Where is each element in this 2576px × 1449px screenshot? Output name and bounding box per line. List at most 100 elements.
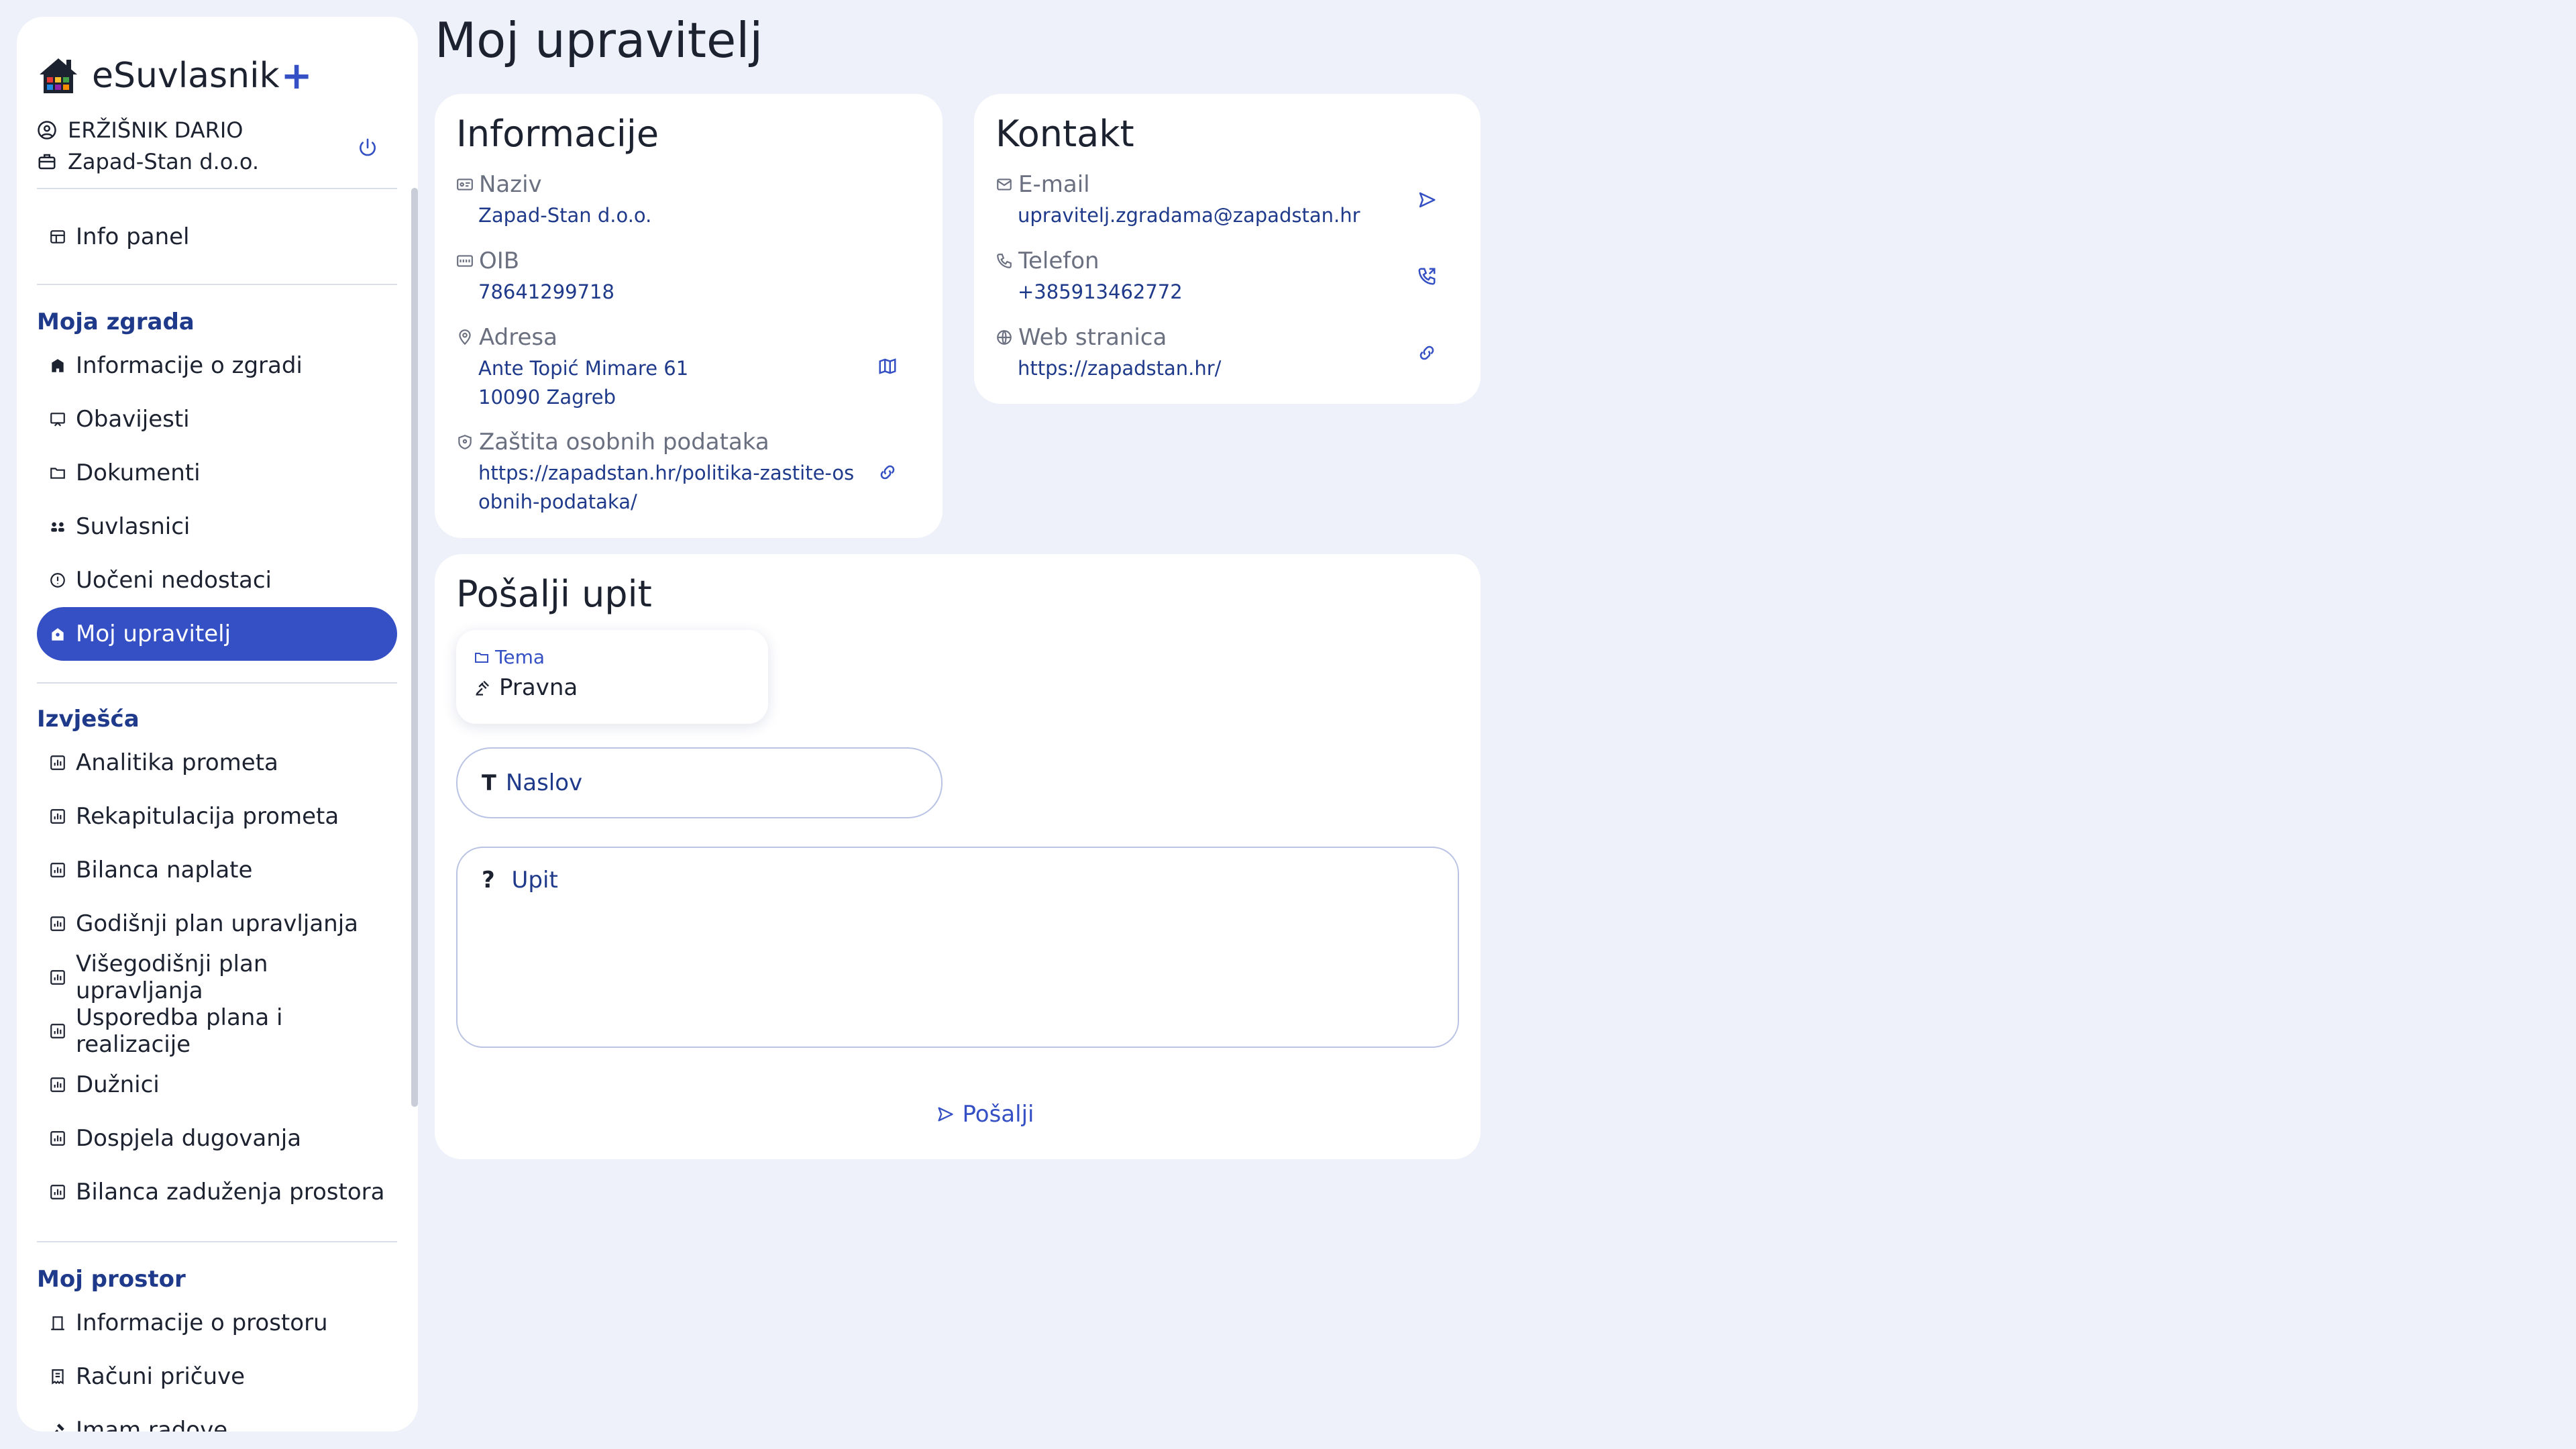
nav-item-dokumenti[interactable]: Dokumenti <box>37 446 397 500</box>
report-icon <box>50 863 65 877</box>
question-icon: ? <box>482 867 495 894</box>
nav-item-label: Obavijesti <box>76 406 190 433</box>
divider <box>37 188 397 189</box>
naziv-label: Naziv <box>456 171 542 198</box>
nav-item-usporedba-plana[interactable]: Usporedba plana i realizacije <box>37 1004 397 1058</box>
naslov-placeholder: Naslov <box>505 769 583 796</box>
phone-label: Telefon <box>996 248 1099 274</box>
upit-placeholder: Upit <box>511 867 558 894</box>
adresa-line1: Ante Topić Mimare 61 <box>478 357 689 380</box>
manager-icon <box>52 628 64 641</box>
nav-item-label: Bilanca naplate <box>76 857 253 883</box>
user-company-row: Zapad-Stan d.o.o. <box>37 149 259 174</box>
nav-item-analitika-prometa[interactable]: Analitika prometa <box>37 736 397 790</box>
send-button[interactable]: Pošalji <box>904 1091 1065 1138</box>
nav-item-bilanca-zaduzenja[interactable]: Bilanca zaduženja prostora <box>37 1165 397 1219</box>
divider <box>37 682 397 684</box>
nav-item-rekapitulacija-prometa[interactable]: Rekapitulacija prometa <box>37 790 397 843</box>
nav-item-label: Dospjela dugovanja <box>76 1125 302 1152</box>
report-icon <box>50 1185 65 1199</box>
section-title-izvjesca: Izvješća <box>37 706 140 733</box>
nav-item-racuni-pricuve[interactable]: Računi pričuve <box>37 1350 397 1403</box>
nav-item-label: Uočeni nedostaci <box>76 567 272 594</box>
phone-value[interactable]: +385913462772 <box>1018 278 1183 307</box>
send-email-button[interactable] <box>1413 186 1440 213</box>
nav-item-info-panel[interactable]: Info panel <box>37 210 397 264</box>
house-logo-icon <box>40 58 77 93</box>
section-title-moja-zgrada: Moja zgrada <box>37 309 195 335</box>
nav-item-duznici[interactable]: Dužnici <box>37 1058 397 1112</box>
nav-item-moj-upravitelj[interactable]: Moj upravitelj <box>37 607 397 661</box>
report-icon <box>50 1131 65 1146</box>
nav-item-uoceni-nedostaci[interactable]: Uočeni nedostaci <box>37 553 397 607</box>
nav-item-label: Bilanca zaduženja prostora <box>76 1179 385 1205</box>
adresa-line2: 10090 Zagreb <box>478 386 616 409</box>
link-icon <box>880 465 895 480</box>
building-icon <box>52 359 64 372</box>
report-icon <box>50 970 65 985</box>
nav-item-dospjela-dugovanja[interactable]: Dospjela dugovanja <box>37 1112 397 1165</box>
nav-item-obavijesti[interactable]: Obavijesti <box>37 392 397 446</box>
brand[interactable]: eSuvlasnik + <box>37 36 313 116</box>
app-name: eSuvlasnik <box>92 56 280 96</box>
phone-call-icon <box>1418 268 1436 285</box>
nav-item-godisnji-plan[interactable]: Godišnji plan upravljanja <box>37 897 397 951</box>
privacy-link-line2[interactable]: obnih-podataka/ <box>478 488 637 517</box>
naslov-input[interactable]: T Naslov <box>456 747 943 818</box>
notice-icon <box>50 413 65 427</box>
info-card: Informacije Naziv Zapad-Stan d.o.o. OIB … <box>435 94 943 538</box>
open-website-button[interactable] <box>1413 339 1440 366</box>
divider <box>37 284 397 285</box>
nav-item-suvlasnici[interactable]: Suvlasnici <box>37 500 397 553</box>
globe-icon <box>997 330 1012 345</box>
nav-item-bilanca-naplate[interactable]: Bilanca naplate <box>37 843 397 897</box>
mail-icon <box>997 178 1012 191</box>
open-privacy-link-button[interactable] <box>874 459 901 486</box>
privacy-link-line1[interactable]: https://zapadstan.hr/politika-zastite-os <box>478 459 854 488</box>
sidebar: eSuvlasnik + ERŽIŠNIK DARIO Zapad-Stan d… <box>17 17 418 1432</box>
section-title-moj-prostor: Moj prostor <box>37 1266 186 1293</box>
power-icon <box>360 138 376 156</box>
nav-item-label: Info panel <box>76 223 190 250</box>
contact-card: Kontakt E-mail upravitelj.zgradama@zapad… <box>974 94 1481 404</box>
link-icon <box>1419 345 1434 360</box>
inquiry-card: Pošalji upit Tema Pravna T Naslov ? Upit… <box>435 554 1481 1159</box>
report-icon <box>50 755 65 770</box>
page-title: Moj upravitelj <box>435 12 763 68</box>
user-circle-icon <box>38 121 56 140</box>
nav-item-imam-radove[interactable]: Imam radove <box>37 1403 397 1432</box>
info-card-title: Informacije <box>456 113 659 155</box>
email-label: E-mail <box>996 171 1090 198</box>
tema-label: Tema <box>474 646 545 668</box>
nav-item-informacije-o-zgradi[interactable]: Informacije o zgradi <box>37 339 397 392</box>
nav-item-label: Informacije o prostoru <box>76 1309 328 1336</box>
report-icon <box>50 1024 65 1038</box>
email-value[interactable]: upravitelj.zgradama@zapadstan.hr <box>1018 201 1360 230</box>
web-value[interactable]: https://zapadstan.hr/ <box>1018 354 1221 383</box>
call-button[interactable] <box>1413 263 1440 290</box>
upit-textarea[interactable]: ? Upit <box>456 847 1459 1048</box>
nav-item-label: Rekapitulacija prometa <box>76 803 339 830</box>
oib-label: OIB <box>456 248 519 274</box>
privacy-label: Zaštita osobnih podataka <box>456 429 769 455</box>
tema-select[interactable]: Tema Pravna <box>456 630 768 724</box>
logout-button[interactable] <box>352 132 383 163</box>
nav-item-label: Dokumenti <box>76 460 201 486</box>
inquiry-card-title: Pošalji upit <box>456 573 652 615</box>
number-card-icon <box>457 255 473 267</box>
id-card-icon <box>457 178 473 191</box>
briefcase-icon <box>38 154 56 170</box>
nav-item-visegodisnji-plan[interactable]: Višegodišnji plan upravljanja <box>37 951 397 1004</box>
gavel-icon <box>476 680 489 696</box>
oib-value: 78641299718 <box>478 280 614 303</box>
nav-item-label: Višegodišnji plan upravljanja <box>76 951 268 1004</box>
app-name-plus: + <box>280 54 313 98</box>
web-label: Web stranica <box>996 324 1167 351</box>
nav-item-label: Računi pričuve <box>76 1363 246 1390</box>
open-map-button[interactable] <box>874 353 901 380</box>
nav-item-label: Informacije o zgradi <box>76 352 303 379</box>
sidebar-scrollbar[interactable] <box>411 188 418 1107</box>
nav-item-informacije-o-prostoru[interactable]: Informacije o prostoru <box>37 1296 397 1350</box>
tema-value: Pravna <box>474 674 578 701</box>
folder-icon <box>50 468 65 479</box>
